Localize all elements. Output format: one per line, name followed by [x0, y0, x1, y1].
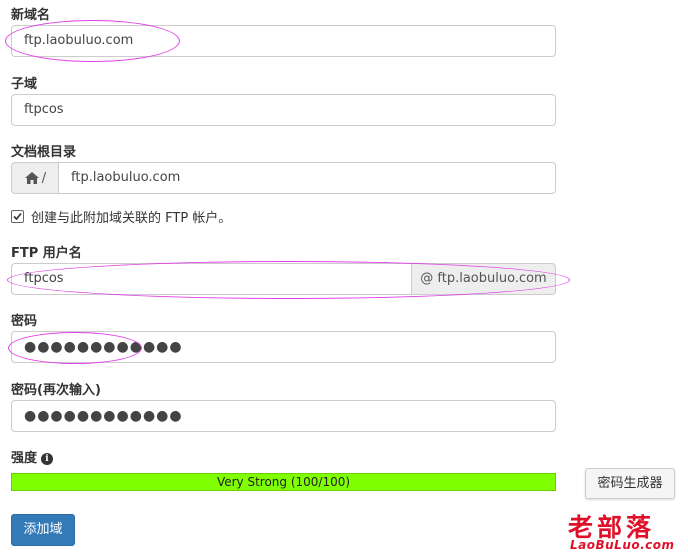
strength-meter: Very Strong (100/100)	[11, 473, 556, 491]
create-ftp-label: 创建与此附加域关联的 FTP 帐户。	[31, 211, 232, 226]
password-confirm-input[interactable]: ●●●●●●●●●●●●	[11, 400, 556, 432]
create-ftp-checkbox[interactable]	[11, 210, 24, 223]
password-generator-button[interactable]: 密码生成器	[585, 468, 675, 499]
password-confirm-label: 密码(再次输入)	[11, 383, 101, 398]
document-root-prefix-text: /	[41, 170, 47, 186]
subdomain-label: 子域	[11, 77, 38, 92]
info-icon[interactable]: i	[41, 453, 54, 465]
password-input[interactable]: ●●●●●●●●●●●●	[11, 331, 556, 363]
checkmark-icon	[13, 212, 22, 221]
strength-label-row: 强度 i	[11, 447, 54, 466]
strength-label: 强度	[11, 451, 38, 466]
watermark-logo: 老部落 LaoBuLuo.com	[560, 508, 680, 554]
document-root-label: 文档根目录	[11, 145, 77, 160]
password-label: 密码	[11, 314, 38, 329]
ftp-username-input[interactable]: ftpcos	[11, 263, 411, 295]
document-root-prefix: /	[11, 162, 59, 194]
document-root-input[interactable]: ftp.laobuluo.com	[58, 162, 556, 194]
new-domain-input[interactable]: ftp.laobuluo.com	[11, 25, 556, 57]
watermark-en: LaoBuLuo.com	[570, 538, 675, 552]
create-ftp-row[interactable]: 创建与此附加域关联的 FTP 帐户。	[11, 207, 231, 226]
new-domain-label: 新域名	[11, 8, 51, 23]
ftp-username-suffix: @ ftp.laobuluo.com	[411, 263, 556, 295]
subdomain-input[interactable]: ftpcos	[11, 94, 556, 126]
ftp-username-label: FTP 用户名	[11, 246, 82, 261]
add-domain-button[interactable]: 添加域	[11, 514, 75, 546]
home-icon	[24, 172, 39, 184]
